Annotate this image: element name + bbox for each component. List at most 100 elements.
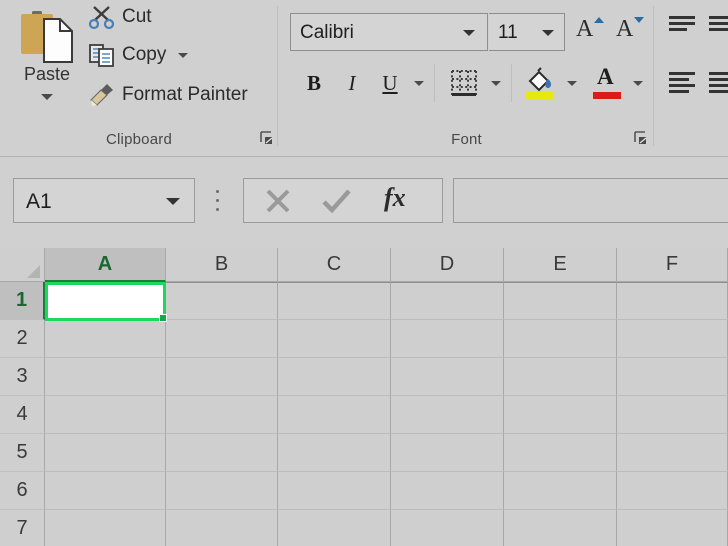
cell-E2[interactable] bbox=[504, 320, 617, 358]
column-header-f[interactable]: F bbox=[617, 248, 728, 282]
fill-color-button[interactable] bbox=[524, 66, 556, 100]
cell-D3[interactable] bbox=[391, 358, 504, 396]
bold-button[interactable]: B bbox=[299, 66, 329, 100]
cell-C2[interactable] bbox=[278, 320, 391, 358]
row-header-2[interactable]: 2 bbox=[0, 320, 45, 358]
formula-bar-buttons: fx bbox=[243, 178, 443, 223]
clipboard-dialog-launcher-icon[interactable] bbox=[259, 130, 275, 146]
cell-C6[interactable] bbox=[278, 472, 391, 510]
vertical-dots-icon[interactable] bbox=[216, 190, 220, 212]
grid-row bbox=[45, 510, 728, 546]
cell-B3[interactable] bbox=[166, 358, 278, 396]
enter-check-icon[interactable] bbox=[306, 179, 366, 222]
cell-E6[interactable] bbox=[504, 472, 617, 510]
chevron-down-icon[interactable] bbox=[41, 94, 53, 100]
grid-row bbox=[45, 434, 728, 472]
underline-chevron-down-icon[interactable] bbox=[414, 81, 424, 86]
cell-F1[interactable] bbox=[617, 282, 728, 320]
select-all-button[interactable] bbox=[0, 248, 45, 282]
ribbon-group-clipboard: Paste Cut Copy Format Painter Clipboard bbox=[0, 0, 278, 156]
align-top-left-icon[interactable] bbox=[669, 16, 697, 40]
cell-D4[interactable] bbox=[391, 396, 504, 434]
cell-A7[interactable] bbox=[45, 510, 166, 546]
cell-D7[interactable] bbox=[391, 510, 504, 546]
underline-button[interactable]: U bbox=[375, 66, 405, 100]
cell-B6[interactable] bbox=[166, 472, 278, 510]
cell-F3[interactable] bbox=[617, 358, 728, 396]
cell-A4[interactable] bbox=[45, 396, 166, 434]
font-color-chevron-down-icon[interactable] bbox=[633, 81, 643, 86]
cancel-x-icon[interactable] bbox=[248, 179, 308, 222]
fill-color-chevron-down-icon[interactable] bbox=[567, 81, 577, 86]
cell-F2[interactable] bbox=[617, 320, 728, 358]
insert-function-button[interactable]: fx bbox=[368, 179, 428, 222]
grow-font-button[interactable]: A bbox=[574, 14, 606, 48]
italic-button[interactable]: I bbox=[337, 66, 367, 100]
cell-A6[interactable] bbox=[45, 472, 166, 510]
cut-button[interactable]: Cut bbox=[88, 0, 152, 34]
cell-E4[interactable] bbox=[504, 396, 617, 434]
group-divider bbox=[277, 6, 278, 146]
cell-E3[interactable] bbox=[504, 358, 617, 396]
align-middle-center-icon[interactable] bbox=[709, 72, 728, 96]
cell-D6[interactable] bbox=[391, 472, 504, 510]
font-name-input[interactable]: Calibri bbox=[290, 13, 488, 51]
cell-F7[interactable] bbox=[617, 510, 728, 546]
cell-B2[interactable] bbox=[166, 320, 278, 358]
cell-A5[interactable] bbox=[45, 434, 166, 472]
chevron-down-icon[interactable] bbox=[166, 198, 180, 205]
borders-grid-icon[interactable] bbox=[449, 68, 479, 98]
font-color-button[interactable]: A bbox=[591, 64, 623, 100]
cell-C1[interactable] bbox=[278, 282, 391, 320]
cell-F6[interactable] bbox=[617, 472, 728, 510]
shrink-font-button[interactable]: A bbox=[614, 14, 646, 48]
row-header-5[interactable]: 5 bbox=[0, 434, 45, 472]
cell-E5[interactable] bbox=[504, 434, 617, 472]
column-header-d[interactable]: D bbox=[391, 248, 504, 282]
format-painter-button[interactable]: Format Painter bbox=[88, 78, 248, 112]
font-dialog-launcher-icon[interactable] bbox=[633, 130, 649, 146]
row-header-1[interactable]: 1 bbox=[0, 282, 45, 320]
borders-chevron-down-icon[interactable] bbox=[491, 81, 501, 86]
font-size-input[interactable]: 11 bbox=[489, 13, 565, 51]
cell-F5[interactable] bbox=[617, 434, 728, 472]
cell-C5[interactable] bbox=[278, 434, 391, 472]
cell-B5[interactable] bbox=[166, 434, 278, 472]
cell-B7[interactable] bbox=[166, 510, 278, 546]
cell-A1[interactable] bbox=[45, 282, 166, 320]
ribbon-group-font: Calibri 11 A A B I U A Font bbox=[279, 0, 654, 156]
cell-D5[interactable] bbox=[391, 434, 504, 472]
cell-C4[interactable] bbox=[278, 396, 391, 434]
cell-B4[interactable] bbox=[166, 396, 278, 434]
align-top-center-icon[interactable] bbox=[709, 16, 728, 40]
chevron-down-icon[interactable] bbox=[542, 30, 554, 36]
row-header-3[interactable]: 3 bbox=[0, 358, 45, 396]
row-header-4[interactable]: 4 bbox=[0, 396, 45, 434]
paste-button[interactable]: Paste bbox=[8, 2, 86, 120]
column-header-b[interactable]: B bbox=[166, 248, 278, 282]
name-box[interactable]: A1 bbox=[13, 178, 195, 223]
cell-C3[interactable] bbox=[278, 358, 391, 396]
cell-E7[interactable] bbox=[504, 510, 617, 546]
font-size-value: 11 bbox=[498, 22, 518, 43]
copy-button[interactable]: Copy bbox=[88, 38, 189, 72]
cell-A3[interactable] bbox=[45, 358, 166, 396]
align-middle-left-icon[interactable] bbox=[669, 72, 697, 96]
row-header-6[interactable]: 6 bbox=[0, 472, 45, 510]
grid-row bbox=[45, 282, 728, 320]
cell-F4[interactable] bbox=[617, 396, 728, 434]
cell-D2[interactable] bbox=[391, 320, 504, 358]
formula-input[interactable] bbox=[453, 178, 728, 223]
chevron-down-icon[interactable] bbox=[178, 52, 189, 58]
cell-E1[interactable] bbox=[504, 282, 617, 320]
cell-C7[interactable] bbox=[278, 510, 391, 546]
chevron-down-icon[interactable] bbox=[463, 30, 475, 36]
cell-D1[interactable] bbox=[391, 282, 504, 320]
column-header-c[interactable]: C bbox=[278, 248, 391, 282]
fill-handle[interactable] bbox=[159, 314, 167, 322]
column-header-e[interactable]: E bbox=[504, 248, 617, 282]
row-header-7[interactable]: 7 bbox=[0, 510, 45, 546]
cell-B1[interactable] bbox=[166, 282, 278, 320]
cell-A2[interactable] bbox=[45, 320, 166, 358]
column-header-a[interactable]: A bbox=[45, 248, 166, 282]
